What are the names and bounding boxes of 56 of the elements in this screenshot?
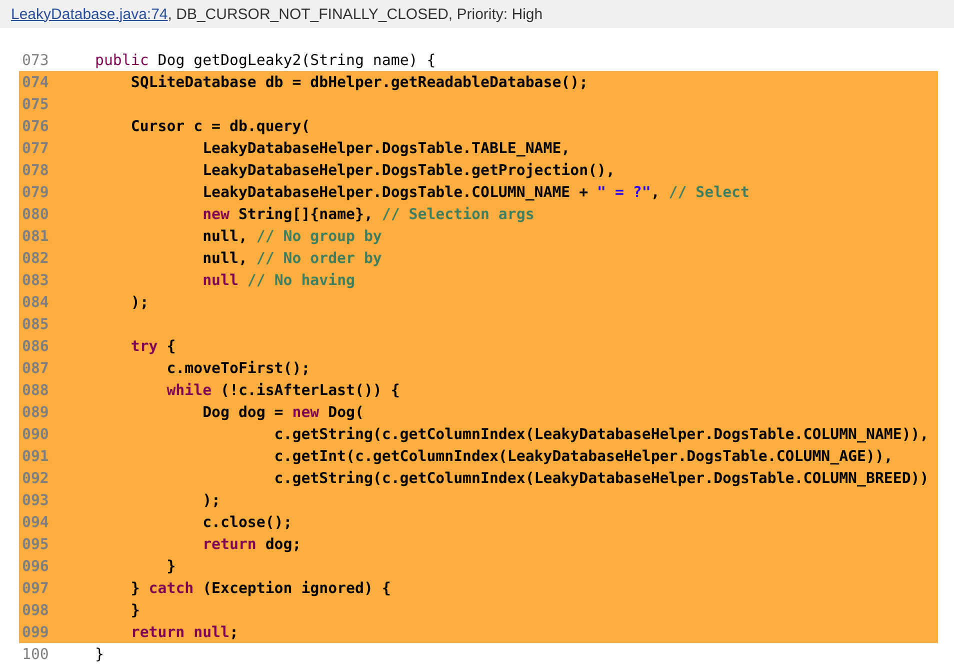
source-link[interactable]: LeakyDatabase.java:74: [11, 6, 168, 22]
line-number: 092: [21, 469, 50, 487]
line-number: 094: [21, 513, 50, 531]
code-line: LeakyDatabaseHelper.DogsTable.COLUMN_NAME + " = ?", // Select: [202, 183, 750, 201]
code-line: }: [95, 645, 104, 663]
line-number: 078: [21, 161, 50, 179]
line-number: 096: [21, 557, 50, 575]
line-number: 084: [21, 293, 50, 311]
code-line: null, // No group by: [202, 227, 382, 245]
code-line: c.moveToFirst();: [166, 359, 310, 377]
line-number: 083: [21, 271, 50, 289]
code-line: c.close();: [202, 513, 292, 531]
line-number: 077: [21, 139, 50, 157]
line-number: 090: [21, 425, 50, 443]
line-number: 098: [21, 601, 50, 619]
line-number: 080: [21, 205, 50, 223]
code-line: }: [130, 601, 140, 619]
line-number: 081: [21, 227, 50, 245]
line-number: 093: [21, 491, 50, 509]
code-line: Cursor c = db.query(: [130, 117, 310, 135]
line-number: 082: [21, 249, 50, 267]
code-line: try {: [130, 337, 176, 355]
line-number: 087: [21, 359, 50, 377]
bug-summary: , DB_CURSOR_NOT_FINALLY_CLOSED, Priority: High: [168, 6, 543, 22]
code-line: }: [166, 557, 176, 575]
code-line: return dog;: [202, 535, 302, 553]
line-number: 076: [21, 117, 50, 135]
line-number: 088: [21, 381, 50, 399]
line-number: 075: [21, 95, 50, 113]
code-line: c.getString(c.getColumnIndex(LeakyDatabaseHelper.DogsTable.COLUMN_BREED)): [273, 469, 929, 487]
code-line: );: [202, 491, 221, 509]
line-number: 073: [21, 51, 50, 69]
line-number: 095: [21, 535, 50, 553]
code-line: c.getInt(c.getColumnIndex(LeakyDatabaseHelper.DogsTable.COLUMN_AGE)),: [273, 447, 893, 465]
code-line: null // No having: [202, 271, 355, 289]
line-number: 079: [21, 183, 50, 201]
line-number: 089: [21, 403, 50, 421]
line-number: 099: [21, 623, 50, 641]
line-number: 097: [21, 579, 50, 597]
code-line: new String[]{name}, // Selection args: [202, 205, 534, 223]
code-line: LeakyDatabaseHelper.DogsTable.getProjection(),: [202, 161, 615, 179]
line-number: 074: [21, 73, 50, 91]
code-line: Dog dog = new Dog(: [202, 403, 364, 421]
line-number: 100: [21, 645, 50, 663]
code-line: c.getString(c.getColumnIndex(LeakyDatabaseHelper.DogsTable.COLUMN_NAME)),: [273, 425, 929, 443]
code-line: SQLiteDatabase db = dbHelper.getReadableDatabase();: [130, 73, 588, 91]
code-line: );: [130, 293, 149, 311]
line-number: 085: [21, 315, 50, 333]
code-line: } catch (Exception ignored) {: [130, 579, 391, 597]
code-line: while (!c.isAfterLast()) {: [166, 381, 400, 399]
line-number: 086: [21, 337, 50, 355]
code-line: null, // No order by: [202, 249, 382, 267]
code-line: return null;: [130, 623, 238, 641]
code-line: public Dog getDogLeaky2(String name) {: [95, 51, 436, 69]
code-line: LeakyDatabaseHelper.DogsTable.TABLE_NAME,: [202, 139, 570, 157]
line-number: 091: [21, 447, 50, 465]
